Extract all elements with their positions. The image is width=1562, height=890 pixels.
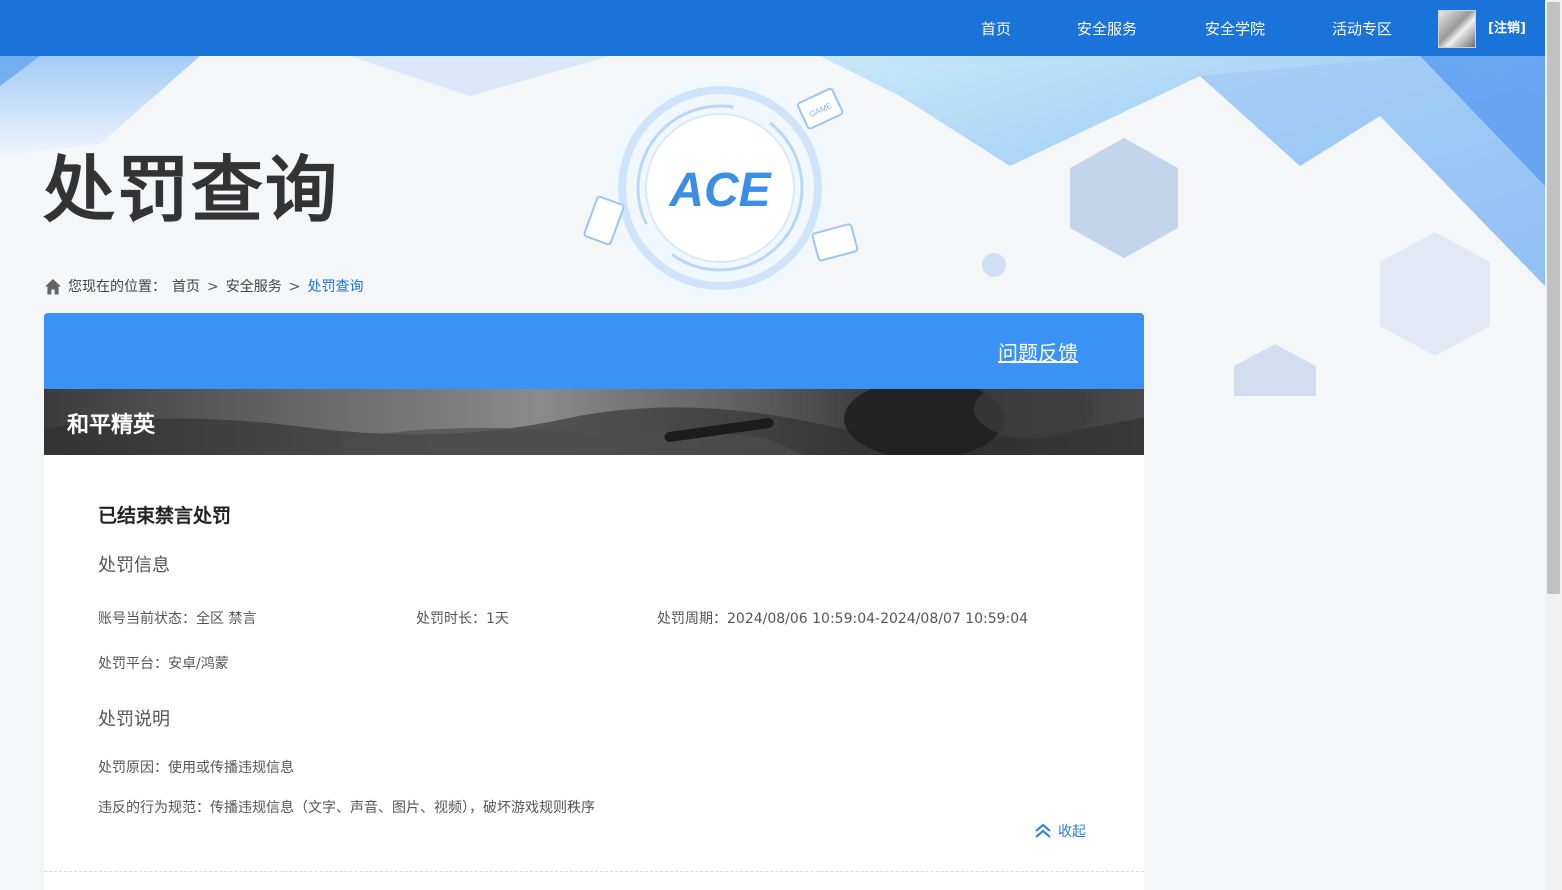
penalty-description-heading: 处罚说明 (98, 709, 170, 730)
card-divider (44, 871, 1144, 872)
breadcrumb-current[interactable]: 处罚查询 (307, 277, 363, 297)
feedback-link[interactable]: 问题反馈 (998, 337, 1078, 366)
collapse-label: 收起 (1058, 824, 1086, 840)
penalty-reason: 处罚原因：使用或传播违规信息 (98, 760, 294, 776)
top-nav-bar: 首页 安全服务 安全学院 活动专区 [注销] (0, 0, 1545, 56)
nav-home[interactable]: 首页 (981, 0, 1011, 56)
penalty-period: 处罚周期：2024/08/06 10:59:04-2024/08/07 10:5… (657, 611, 1029, 627)
page-title: 处罚查询 (43, 148, 340, 232)
penalty-platform: 处罚平台：安卓/鸿蒙 (98, 656, 229, 672)
ace-logo-text: ACE (668, 164, 772, 217)
game-banner: 和平精英 (44, 389, 1144, 455)
account-status: 账号当前状态：全区 禁言 (98, 611, 257, 627)
logout-link[interactable]: [注销] (1488, 0, 1526, 56)
double-chevron-up-icon (1035, 823, 1051, 838)
avatar[interactable] (1438, 10, 1476, 48)
home-icon (45, 279, 61, 295)
violated-rule: 违反的行为规范：传播违规信息（文字、声音、图片、视频），破坏游戏规则秩序 (98, 800, 595, 816)
game-banner-art (44, 389, 1144, 455)
game-name: 和平精英 (67, 413, 156, 438)
nav-activity-zone[interactable]: 活动专区 (1332, 0, 1392, 56)
penalty-status-title: 已结束禁言处罚 (98, 505, 232, 527)
breadcrumb-prefix: 您现在的位置： (68, 279, 166, 295)
ace-logo: ACE GAME (583, 76, 859, 300)
penalty-duration: 处罚时长：1天 (416, 611, 509, 627)
hexagon-portrait (1070, 138, 1178, 258)
nav-security-academy[interactable]: 安全学院 (1205, 0, 1265, 56)
breadcrumb-security-service[interactable]: 安全服务 (226, 277, 282, 297)
scrollbar-thumb[interactable] (1547, 2, 1560, 594)
breadcrumb-home[interactable]: 首页 (172, 277, 200, 297)
page-scrollbar[interactable] (1545, 0, 1562, 890)
penalty-info-heading: 处罚信息 (98, 555, 170, 576)
panel-header: 问题反馈 (44, 313, 1144, 389)
breadcrumb-separator: > (207, 279, 219, 295)
nav-security-service[interactable]: 安全服务 (1077, 0, 1137, 56)
collapse-button[interactable]: 收起 (1034, 821, 1086, 841)
breadcrumb: 您现在的位置： 首页 > 安全服务 > 处罚查询 (44, 277, 363, 297)
penalty-card: 已结束禁言处罚 处罚信息 账号当前状态：全区 禁言 处罚时长：1天 处罚周期：2… (44, 455, 1144, 890)
breadcrumb-separator: > (288, 279, 301, 295)
